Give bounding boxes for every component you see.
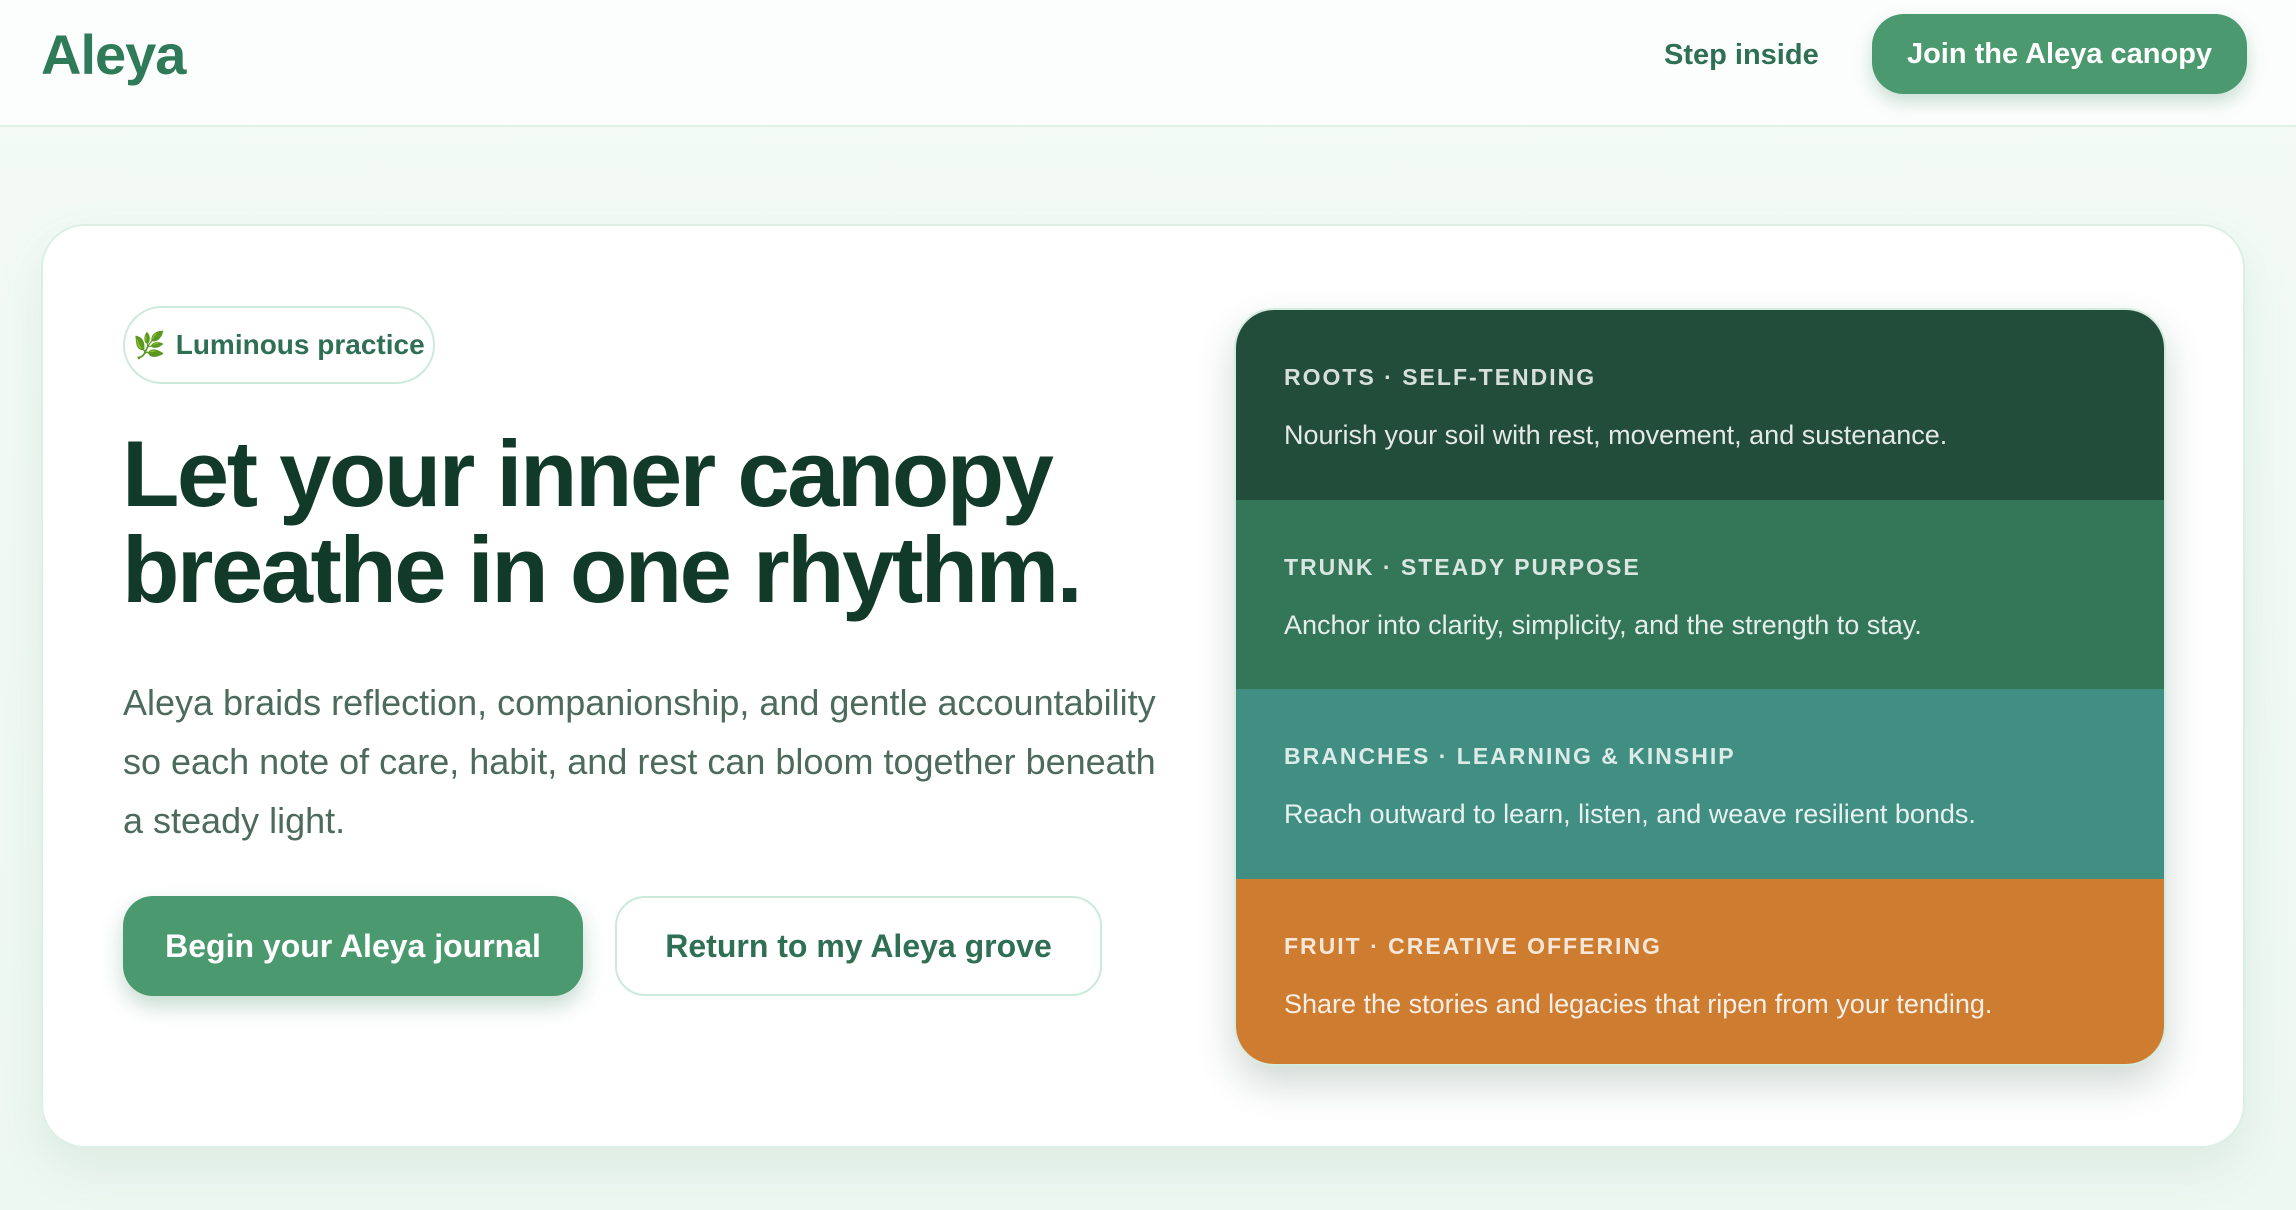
badge-label: Luminous practice	[175, 329, 425, 360]
tier-description: Reach outward to learn, listen, and weav…	[1284, 799, 1976, 829]
tier-description: Anchor into clarity, simplicity, and the…	[1284, 609, 1922, 640]
hero-headline: Let your inner canopy breathe in one rhy…	[122, 421, 1083, 622]
canopy-tiers-card: ROOTS · SELF-TENDING Nourish your soil w…	[1234, 308, 2166, 1066]
logo[interactable]: Aleya	[41, 22, 186, 87]
join-canopy-button[interactable]: Join the Aleya canopy	[1872, 14, 2247, 94]
tier-branches: BRANCHES · LEARNING & KINSHIP Reach outw…	[1236, 689, 2164, 879]
tier-title: BRANCHES · LEARNING & KINSHIP	[1284, 743, 1736, 769]
tier-title: FRUIT · CREATIVE OFFERING	[1284, 932, 1662, 959]
tier-roots: ROOTS · SELF-TENDING Nourish your soil w…	[1236, 310, 2164, 500]
luminous-practice-badge: 🌿 Luminous practice	[123, 306, 435, 384]
tier-title: ROOTS · SELF-TENDING	[1284, 364, 1597, 390]
step-inside-link[interactable]: Step inside	[1664, 36, 1819, 74]
tier-description: Nourish your soil with rest, movement, a…	[1284, 420, 1948, 450]
tier-fruit: FRUIT · CREATIVE OFFERING Share the stor…	[1236, 878, 2164, 1064]
tier-title: TRUNK · STEADY PURPOSE	[1284, 553, 1641, 580]
tier-description: Share the stories and legacies that ripe…	[1284, 988, 1993, 1019]
hero-card: 🌿 Luminous practice Let your inner canop…	[41, 224, 2245, 1148]
hero-description: Aleya braids reflection, companionship, …	[123, 682, 1156, 841]
return-grove-button[interactable]: Return to my Aleya grove	[615, 896, 1102, 996]
leaf-icon: 🌿	[133, 329, 166, 360]
begin-journal-button[interactable]: Begin your Aleya journal	[123, 896, 583, 996]
site-header: Aleya Step inside Join the Aleya canopy	[0, 0, 2296, 127]
tier-trunk: TRUNK · STEADY PURPOSE Anchor into clari…	[1236, 499, 2164, 689]
